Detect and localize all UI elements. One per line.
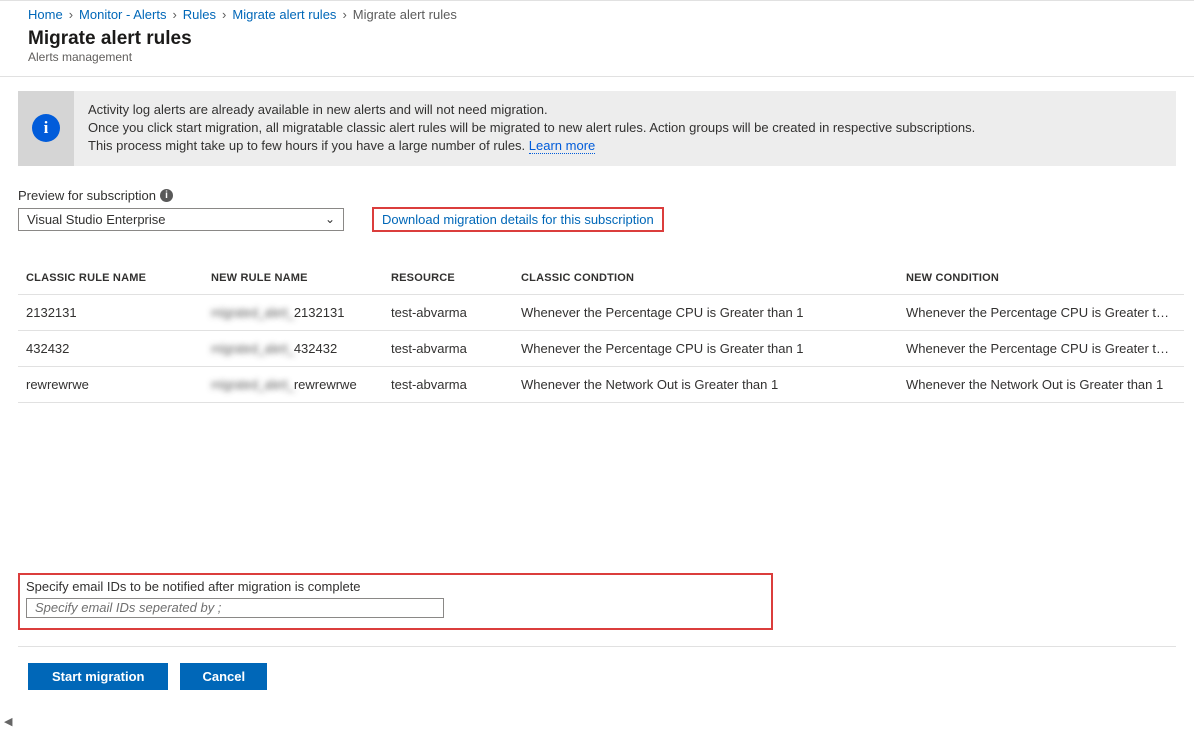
cell-classic-rule: 2132131 — [18, 294, 203, 330]
cell-new-rule: migrated_alert_rewrewrwe — [203, 366, 383, 402]
email-notification-section: Specify email IDs to be notified after m… — [18, 573, 773, 630]
rules-table-wrap: CLASSIC RULE NAME NEW RULE NAME RESOURCE… — [18, 266, 1184, 403]
cell-classic-cond: Whenever the Percentage CPU is Greater t… — [513, 294, 898, 330]
cell-resource: test-abvarma — [383, 330, 513, 366]
chevron-right-icon: › — [172, 7, 176, 22]
page-title: Migrate alert rules — [28, 28, 1166, 50]
table-row[interactable]: rewrewrwe migrated_alert_rewrewrwe test-… — [18, 366, 1184, 402]
info-line-2: Once you click start migration, all migr… — [88, 120, 975, 135]
chevron-right-icon: › — [69, 7, 73, 22]
page-subtitle: Alerts management — [28, 50, 1166, 64]
breadcrumb-item-migrate-1[interactable]: Migrate alert rules — [232, 7, 336, 22]
footer-actions: Start migration Cancel — [18, 646, 1176, 690]
table-row[interactable]: 2132131 migrated_alert_2132131 test-abva… — [18, 294, 1184, 330]
collapse-left-icon[interactable]: ◀ — [4, 715, 12, 728]
cell-new-cond: Whenever the Network Out is Greater than… — [898, 366, 1184, 402]
breadcrumb-item-home[interactable]: Home — [28, 7, 63, 22]
col-resource[interactable]: RESOURCE — [383, 266, 513, 295]
info-line-3: This process might take up to few hours … — [88, 138, 529, 153]
cell-classic-cond: Whenever the Network Out is Greater than… — [513, 366, 898, 402]
email-label: Specify email IDs to be notified after m… — [26, 579, 763, 594]
cell-resource: test-abvarma — [383, 294, 513, 330]
info-text: Activity log alerts are already availabl… — [74, 91, 1176, 166]
chevron-right-icon: › — [342, 7, 346, 22]
help-icon[interactable]: i — [160, 189, 173, 202]
cell-classic-rule: rewrewrwe — [18, 366, 203, 402]
cancel-button[interactable]: Cancel — [180, 663, 267, 690]
subscription-select[interactable]: Visual Studio Enterprise ⌄ — [18, 208, 344, 231]
cell-new-rule: migrated_alert_2132131 — [203, 294, 383, 330]
download-migration-details-link[interactable]: Download migration details for this subs… — [372, 207, 664, 232]
subscription-label: Preview for subscription — [18, 188, 156, 203]
cell-new-cond: Whenever the Percentage CPU is Greater t… — [898, 330, 1184, 366]
table-header-row: CLASSIC RULE NAME NEW RULE NAME RESOURCE… — [18, 266, 1184, 295]
info-banner: i Activity log alerts are already availa… — [18, 91, 1176, 166]
breadcrumb-item-current: Migrate alert rules — [353, 7, 457, 22]
chevron-down-icon: ⌄ — [325, 212, 335, 226]
breadcrumb-item-monitor-alerts[interactable]: Monitor - Alerts — [79, 7, 166, 22]
email-input[interactable] — [26, 598, 444, 618]
cell-resource: test-abvarma — [383, 366, 513, 402]
subscription-value: Visual Studio Enterprise — [27, 212, 166, 227]
info-line-1: Activity log alerts are already availabl… — [88, 102, 548, 117]
divider — [0, 76, 1194, 77]
cell-classic-cond: Whenever the Percentage CPU is Greater t… — [513, 330, 898, 366]
cell-classic-rule: 432432 — [18, 330, 203, 366]
breadcrumb: Home › Monitor - Alerts › Rules › Migrat… — [0, 0, 1194, 26]
info-icon: i — [32, 114, 60, 142]
learn-more-link[interactable]: Learn more — [529, 138, 595, 154]
info-icon-cell: i — [18, 91, 74, 166]
breadcrumb-item-rules[interactable]: Rules — [183, 7, 216, 22]
col-new-rule[interactable]: NEW RULE NAME — [203, 266, 383, 295]
table-row[interactable]: 432432 migrated_alert_432432 test-abvarm… — [18, 330, 1184, 366]
col-new-cond[interactable]: NEW CONDITION — [898, 266, 1184, 295]
start-migration-button[interactable]: Start migration — [28, 663, 168, 690]
col-classic-rule[interactable]: CLASSIC RULE NAME — [18, 266, 203, 295]
col-classic-cond[interactable]: CLASSIC CONDTION — [513, 266, 898, 295]
chevron-right-icon: › — [222, 7, 226, 22]
rules-table: CLASSIC RULE NAME NEW RULE NAME RESOURCE… — [18, 266, 1184, 403]
cell-new-cond: Whenever the Percentage CPU is Greater t… — [898, 294, 1184, 330]
cell-new-rule: migrated_alert_432432 — [203, 330, 383, 366]
